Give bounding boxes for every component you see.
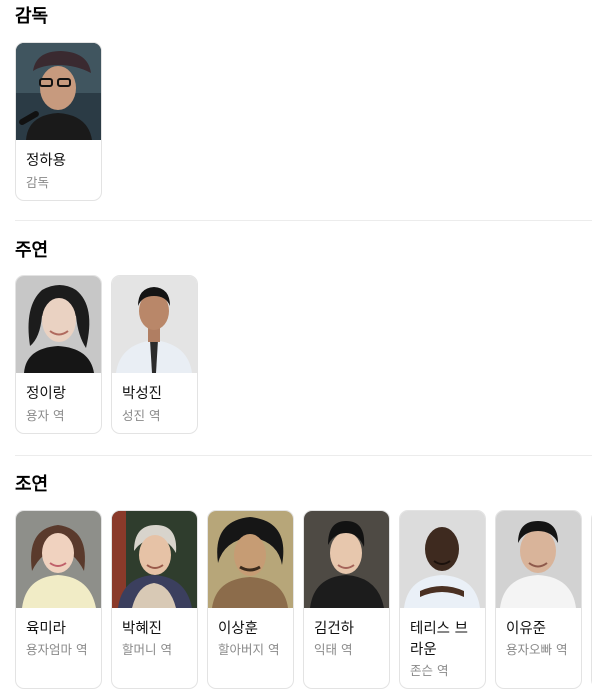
profile-photo — [496, 511, 581, 608]
section-supporting-cast: 조연 육미라 용자엄마 역 박혜진 할머니 역 이상훈 할아버지 역 김건하 익… — [15, 474, 592, 700]
person-role: 용자오빠 역 — [506, 642, 568, 657]
person-card[interactable]: 육미라 용자엄마 역 — [15, 510, 102, 689]
person-role: 성진 역 — [122, 408, 161, 423]
profile-photo — [16, 276, 101, 373]
profile-photo — [16, 43, 101, 140]
section-title: 조연 — [15, 474, 49, 495]
section-title: 주연 — [15, 240, 49, 261]
person-role: 할아버지 역 — [218, 642, 280, 657]
card-list: 정하용 감독 — [15, 42, 592, 242]
person-card[interactable]: 김건하 익태 역 — [303, 510, 390, 689]
profile-photo — [400, 511, 485, 608]
card-list: 육미라 용자엄마 역 박혜진 할머니 역 이상훈 할아버지 역 김건하 익태 역… — [15, 510, 592, 700]
card-list: 정이랑 용자 역 박성진 성진 역 — [15, 275, 592, 475]
person-role: 용자엄마 역 — [26, 642, 88, 657]
person-card[interactable]: 이유준 용자오빠 역 — [495, 510, 582, 689]
person-name: 박혜진 — [122, 621, 163, 637]
section-divider — [15, 220, 592, 221]
person-card[interactable]: 이상훈 할아버지 역 — [207, 510, 294, 689]
person-name: 박성진 — [122, 386, 163, 402]
person-name: 김건하 — [314, 621, 355, 637]
person-card[interactable]: 테리스 브라운 존슨 역 — [399, 510, 486, 689]
profile-photo — [304, 511, 389, 608]
person-role: 익태 역 — [314, 642, 353, 657]
person-role: 할머니 역 — [122, 642, 172, 657]
profile-photo — [112, 276, 197, 373]
person-name: 정이랑 — [26, 386, 67, 402]
person-name: 테리스 브라운 — [410, 621, 468, 658]
person-card[interactable]: 정이랑 용자 역 — [15, 275, 102, 434]
person-role: 용자 역 — [26, 408, 65, 423]
person-card[interactable]: 박성진 성진 역 — [111, 275, 198, 434]
section-director: 감독 정하용 감독 — [15, 6, 592, 206]
person-card[interactable]: 정하용 감독 — [15, 42, 102, 201]
person-card[interactable]: 박혜진 할머니 역 — [111, 510, 198, 689]
profile-photo — [112, 511, 197, 608]
person-role: 존슨 역 — [410, 663, 449, 678]
section-title: 감독 — [15, 6, 49, 27]
section-lead-cast: 주연 정이랑 용자 역 박성진 성진 역 — [15, 240, 592, 440]
person-name: 이상훈 — [218, 621, 259, 637]
profile-photo — [16, 511, 101, 608]
section-divider — [15, 455, 592, 456]
person-name: 정하용 — [26, 153, 67, 169]
person-name: 이유준 — [506, 621, 547, 637]
person-name: 육미라 — [26, 621, 67, 637]
profile-photo — [208, 511, 293, 608]
person-role: 감독 — [26, 175, 50, 190]
